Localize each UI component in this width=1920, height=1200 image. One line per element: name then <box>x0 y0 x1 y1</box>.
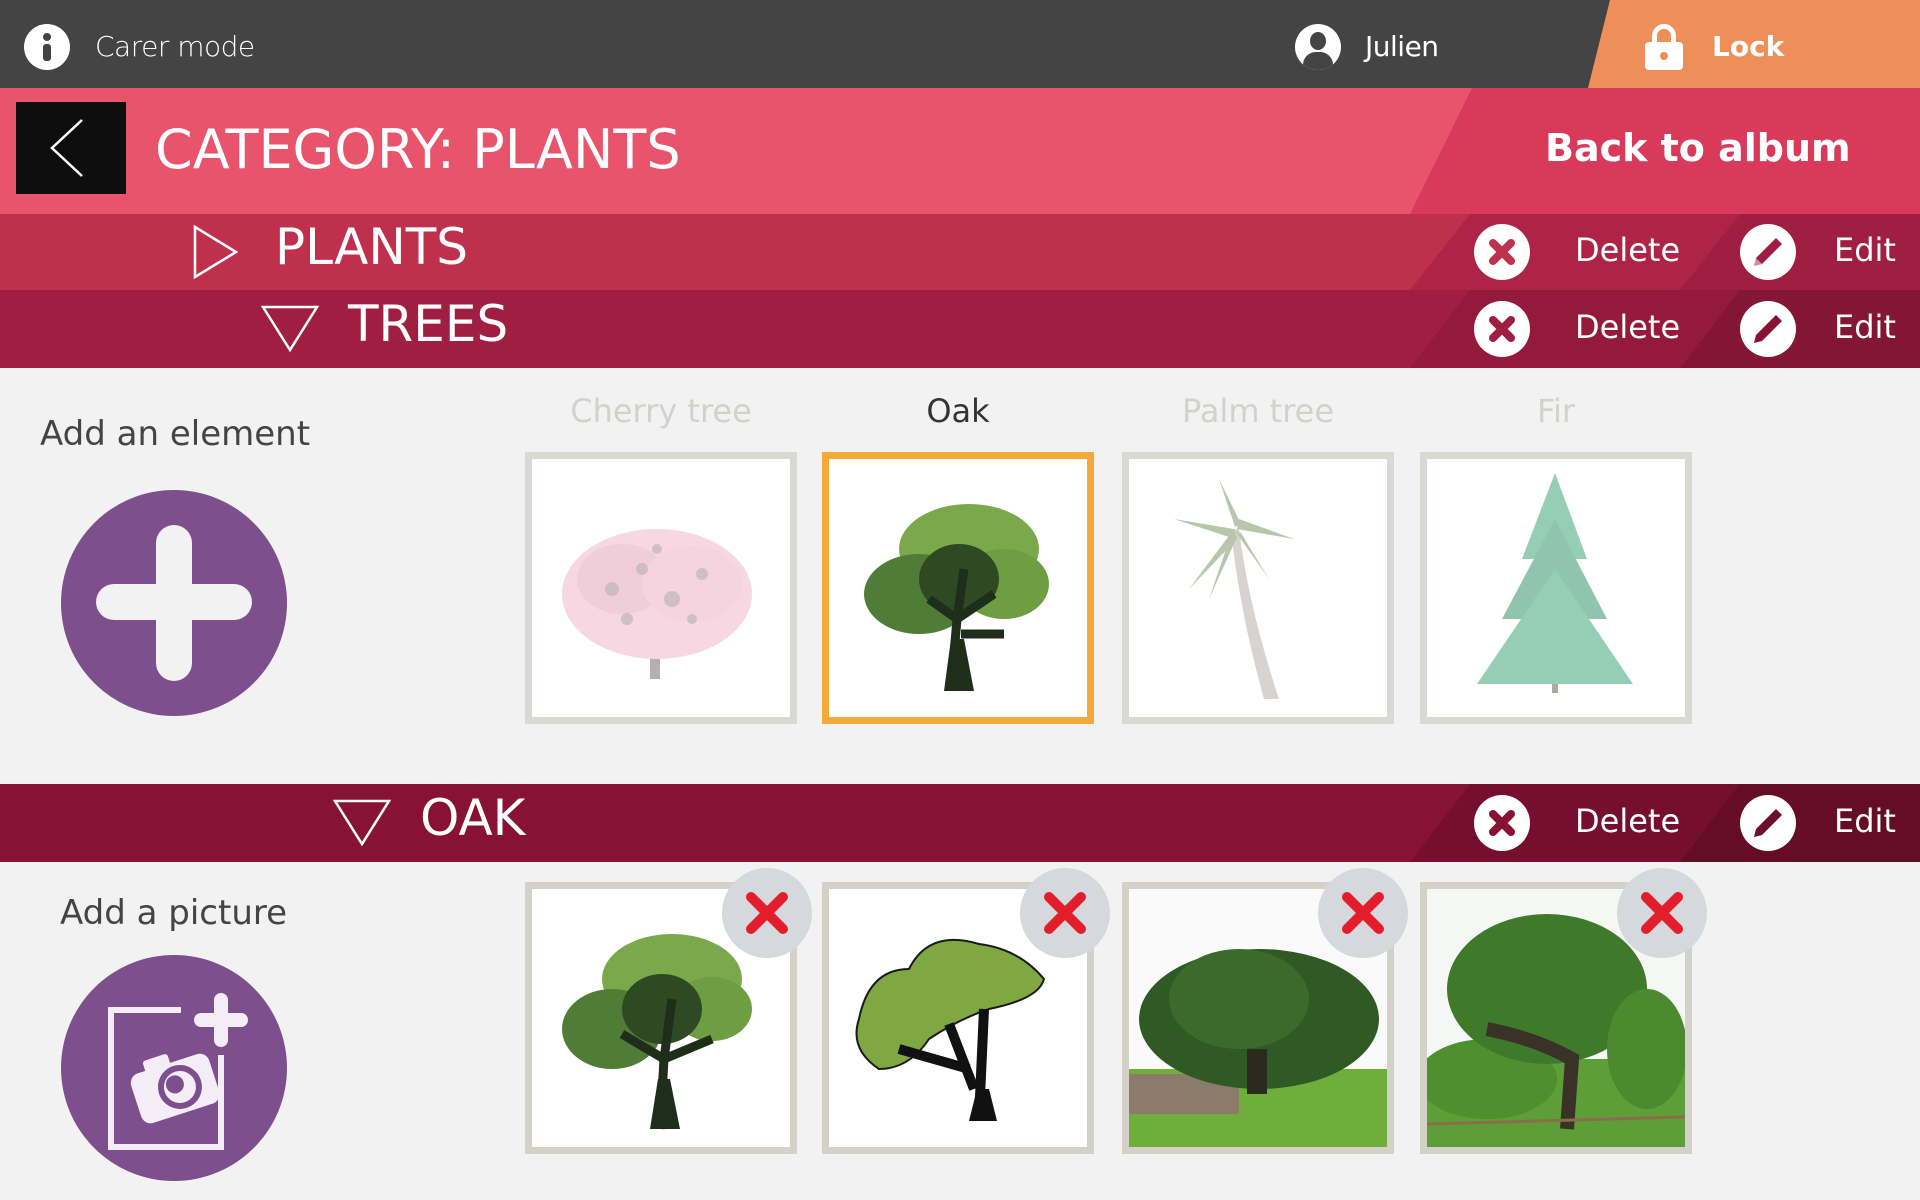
row-title: PLANTS <box>275 218 469 276</box>
element-label: Cherry tree <box>570 392 752 430</box>
fir-tree-image <box>1477 473 1633 693</box>
edit-label[interactable]: Edit <box>1834 802 1896 840</box>
edit-button[interactable] <box>1740 795 1796 851</box>
lock-icon[interactable] <box>1645 24 1683 70</box>
row-title: OAK <box>420 789 526 847</box>
edit-button[interactable] <box>1740 301 1796 357</box>
triangle-down-icon[interactable] <box>332 798 392 848</box>
delete-picture-button[interactable] <box>1318 868 1408 958</box>
add-picture-button[interactable] <box>61 955 287 1181</box>
close-icon <box>1044 892 1086 934</box>
delete-picture-button[interactable] <box>1020 868 1110 958</box>
add-element-label: Add an element <box>40 414 311 454</box>
oak-tree-image <box>864 504 1049 691</box>
element-label: Oak <box>926 392 990 430</box>
element-tile-cherry-tree[interactable] <box>525 452 797 724</box>
row-title: TREES <box>348 295 509 353</box>
delete-label[interactable]: Delete <box>1575 231 1680 269</box>
delete-label[interactable]: Delete <box>1575 802 1680 840</box>
delete-label[interactable]: Delete <box>1575 308 1680 346</box>
close-icon <box>1489 810 1515 836</box>
pencil-icon <box>1754 315 1782 343</box>
element-tile-palm-tree[interactable] <box>1122 452 1394 724</box>
element-tile-oak[interactable] <box>822 452 1094 724</box>
pencil-icon <box>1754 238 1782 266</box>
close-icon <box>1489 239 1515 265</box>
close-icon <box>1342 892 1384 934</box>
info-icon[interactable] <box>24 24 70 70</box>
chevron-left-icon <box>50 119 83 177</box>
delete-button[interactable] <box>1474 301 1530 357</box>
lock-label[interactable]: Lock <box>1712 30 1784 63</box>
close-icon <box>1641 892 1683 934</box>
camera-plus-icon <box>108 993 248 1150</box>
delete-button[interactable] <box>1474 795 1530 851</box>
user-name[interactable]: Julien <box>1365 30 1439 63</box>
delete-picture-button[interactable] <box>1617 868 1707 958</box>
edit-label[interactable]: Edit <box>1834 231 1896 269</box>
add-element-button[interactable] <box>61 490 287 716</box>
add-picture-label: Add a picture <box>60 893 288 933</box>
pencil-icon <box>1754 809 1782 837</box>
user-icon <box>1295 24 1341 70</box>
section-row-trees[interactable]: TREES Delete Edit <box>0 290 1920 368</box>
element-tile-fir[interactable] <box>1420 452 1692 724</box>
element-label: Fir <box>1536 392 1576 430</box>
triangle-down-icon[interactable] <box>260 304 320 354</box>
close-icon <box>1489 316 1515 342</box>
close-icon <box>746 892 788 934</box>
palm-tree-image <box>1174 479 1294 699</box>
section-row-oak[interactable]: OAK Delete Edit <box>0 784 1920 862</box>
delete-button[interactable] <box>1474 224 1530 280</box>
edit-label[interactable]: Edit <box>1834 308 1896 346</box>
section-row-plants[interactable]: PLANTS Delete Edit <box>0 214 1920 290</box>
back-to-album-label[interactable]: Back to album <box>1545 126 1851 170</box>
element-label: Palm tree <box>1181 392 1335 430</box>
triangle-right-icon[interactable] <box>192 224 240 280</box>
page-title: CATEGORY: PLANTS <box>155 118 681 181</box>
carer-mode-label: Carer mode <box>95 30 255 63</box>
cherry-tree-image <box>562 529 752 679</box>
back-button[interactable] <box>16 102 126 194</box>
delete-picture-button[interactable] <box>722 868 812 958</box>
edit-button[interactable] <box>1740 224 1796 280</box>
